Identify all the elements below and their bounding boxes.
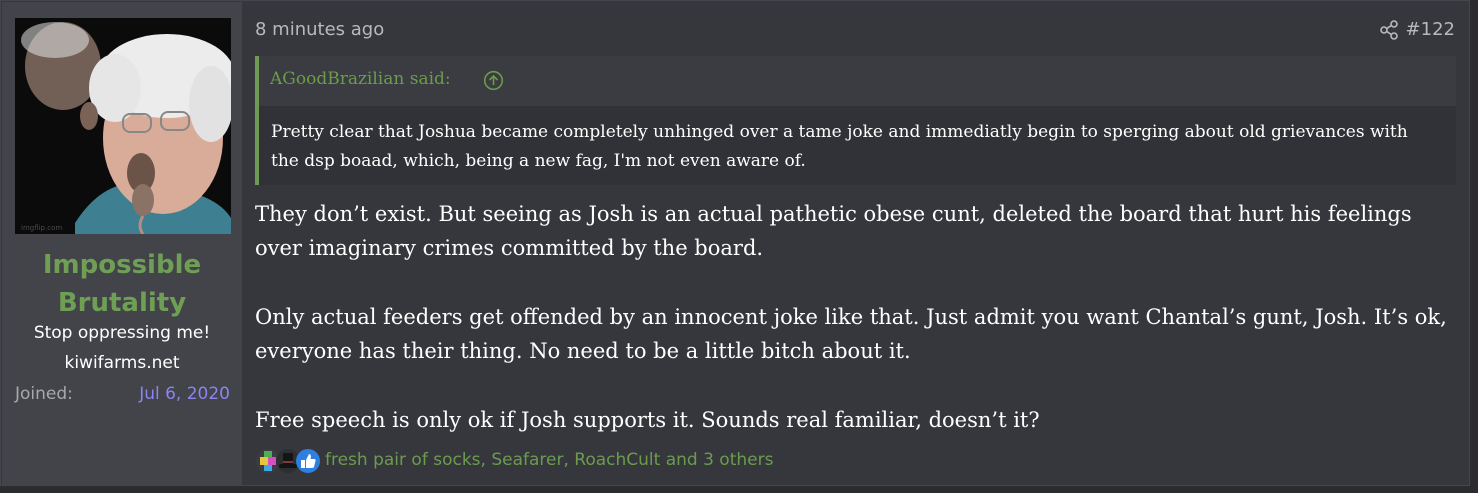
arrow-up-circle-icon[interactable] [483,70,504,91]
reaction-icons [255,448,321,478]
user-sidebar: imgflip.com Impossible Brutality Stop op… [2,2,242,486]
user-title: Stop oppressing me! [33,323,211,343]
quote-author[interactable]: AGoodBrazilian said: [270,69,451,89]
quote-block: AGoodBrazilian said: Pretty clear that J… [255,56,1456,185]
post-body: They don’t exist. But seeing as Josh is … [255,197,1455,472]
post-paragraph: They don’t exist. But seeing as Josh is … [255,202,1412,260]
avatar[interactable]: imgflip.com [15,18,231,234]
thumbs-up-reaction-icon [296,449,320,473]
username[interactable]: Impossible Brutality [2,246,242,322]
reaction-users-link[interactable]: fresh pair of socks, Seafarer, RoachCult… [325,450,773,470]
post-paragraph: Free speech is only ok if Josh supports … [255,408,1040,432]
share-icon[interactable] [1379,20,1399,40]
quote-header: AGoodBrazilian said: [259,56,1456,106]
post: imgflip.com Impossible Brutality Stop op… [0,0,1470,486]
post-paragraph: Only actual feeders get offended by an i… [255,305,1447,363]
post-time[interactable]: 8 minutes ago [255,19,384,40]
post-main: 8 minutes ago #122 AGoodBrazilian said: … [255,1,1469,487]
joined-label: Joined: [15,384,73,404]
quote-body: Pretty clear that Joshua became complete… [259,106,1456,185]
post-number-link[interactable]: #122 [1406,19,1455,40]
joined-date: Jul 6, 2020 [139,384,230,404]
user-site: kiwifarms.net [64,353,180,373]
avatar-image: imgflip.com [15,18,231,234]
quote-text: Pretty clear that Joshua became complete… [271,122,1408,171]
svg-text:imgflip.com: imgflip.com [21,224,62,232]
